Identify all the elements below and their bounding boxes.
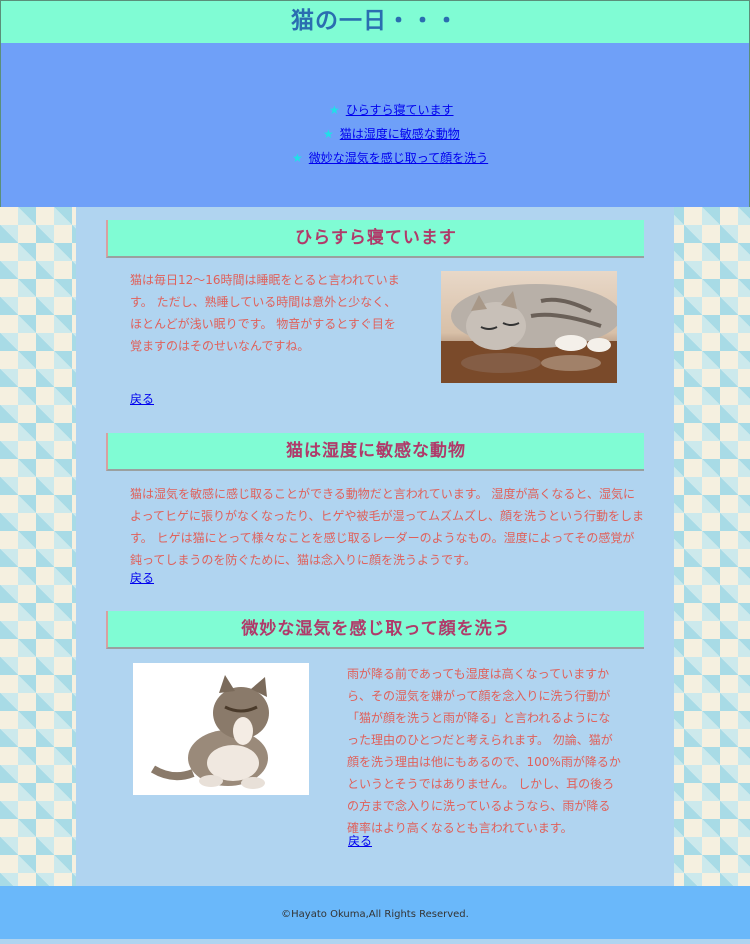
nav-item-humidity: ★ 猫は湿度に敏感な動物 bbox=[323, 126, 460, 142]
header: 猫の一日・・・ bbox=[0, 0, 750, 43]
nav-menu: ★ ひらすら寝ています ★ 猫は湿度に敏感な動物 ★ 微妙な湿気を感じ取って顔を洗う bbox=[0, 43, 750, 207]
sleeping-cat-photo bbox=[441, 271, 617, 383]
copyright-text: ©Hayato Okuma,All Rights Reserved. bbox=[281, 909, 469, 920]
nav-link-face-wash[interactable]: 微妙な湿気を感じ取って顔を洗う bbox=[309, 151, 488, 165]
nav-link-sleep[interactable]: ひらすら寝ています bbox=[346, 103, 454, 117]
back-link-sleep[interactable]: 戻る bbox=[130, 390, 154, 407]
main-content: ひらすら寝ています 猫は毎日12～16時間は睡眠をとると言われていま す。 ただ… bbox=[76, 207, 674, 886]
back-link-humidity[interactable]: 戻る bbox=[130, 569, 154, 586]
section-heading-humidity: 猫は湿度に敏感な動物 bbox=[106, 433, 644, 471]
section-text-face-wash: 雨が降る前であっても湿度は高くなっていますから、その湿気を嫌がって顔を念入りに洗… bbox=[347, 667, 621, 835]
star-icon: ★ bbox=[323, 127, 334, 141]
footer: ©Hayato Okuma,All Rights Reserved. bbox=[0, 886, 750, 939]
nav-item-face-wash: ★ 微妙な湿気を感じ取って顔を洗う bbox=[292, 150, 488, 166]
section-text-humidity: 猫は湿気を敏感に感じ取ることができる動物だと言われています。 湿度が高くなると、… bbox=[130, 487, 644, 567]
site-title: 猫の一日・・・ bbox=[291, 8, 459, 34]
section-heading-sleep: ひらすら寝ています bbox=[106, 220, 644, 258]
back-link-face-wash[interactable]: 戻る bbox=[348, 832, 372, 849]
star-icon: ★ bbox=[292, 151, 303, 165]
star-icon: ★ bbox=[329, 103, 340, 117]
nav-item-sleep: ★ ひらすら寝ています bbox=[329, 102, 454, 118]
nav-link-humidity[interactable]: 猫は湿度に敏感な動物 bbox=[340, 127, 460, 141]
section-heading-face-wash: 微妙な湿気を感じ取って顔を洗う bbox=[106, 611, 644, 649]
face-washing-cat-photo bbox=[133, 663, 309, 795]
section-text-sleep: 猫は毎日12～16時間は睡眠をとると言われていま す。 ただし、熟睡している時間… bbox=[130, 273, 400, 353]
